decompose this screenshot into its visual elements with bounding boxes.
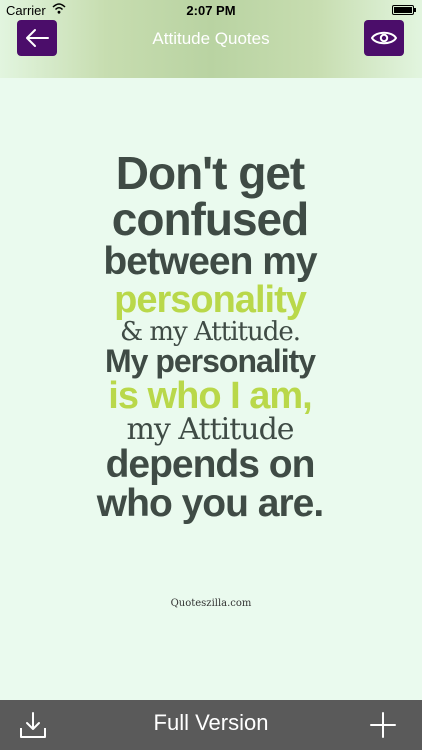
preview-button[interactable] (364, 20, 404, 56)
quote-line: My personality (104, 343, 316, 379)
quote-line: depends on (105, 443, 316, 486)
quote-image: Don't get confused between my personalit… (60, 150, 360, 570)
bottom-bar: Full Version (0, 700, 422, 750)
status-bar: Carrier 2:07 PM (0, 0, 422, 20)
plus-icon (370, 712, 396, 738)
quote-line: between my (103, 240, 317, 283)
quote-line: who you are. (96, 482, 324, 525)
battery-icon (392, 5, 416, 15)
quote-line: is who I am, (108, 375, 312, 417)
eye-icon (371, 31, 397, 45)
quote-credit: Quoteszilla.com (170, 598, 252, 609)
page-title: Attitude Quotes (152, 29, 270, 48)
quote-line: my Attitude (126, 412, 294, 447)
quote-line: confused (111, 193, 309, 245)
quote-line: personality (114, 279, 307, 321)
add-button[interactable] (368, 710, 398, 740)
full-version-button[interactable]: Full Version (0, 710, 422, 736)
quote-line: Don't get (115, 147, 305, 199)
status-time: 2:07 PM (186, 3, 236, 18)
quote-line: & my Attitude. (119, 317, 301, 347)
